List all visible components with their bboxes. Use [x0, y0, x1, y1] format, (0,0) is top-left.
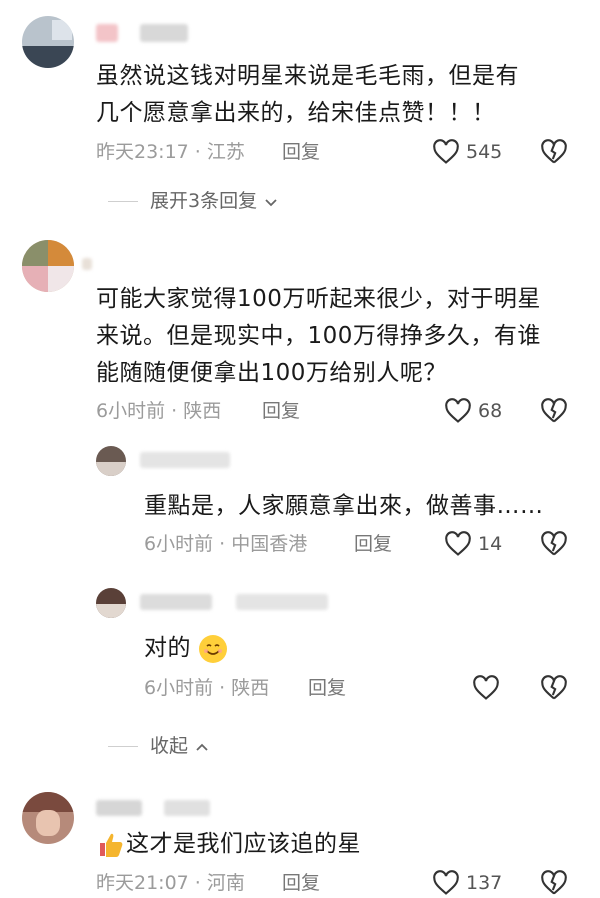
broken-heart-icon[interactable] [540, 138, 568, 166]
username-redacted[interactable] [140, 24, 188, 42]
comment-text-content: 这才是我们应该追的星 [126, 831, 361, 857]
broken-heart-icon[interactable] [540, 869, 568, 897]
broken-heart-icon[interactable] [540, 674, 568, 702]
reply-text-content: 对的 [144, 635, 191, 661]
comment-text: 来说。但是现实中，100万得挣多久，有谁 [96, 323, 541, 349]
divider-line [108, 201, 138, 202]
broken-heart-icon[interactable] [540, 397, 568, 425]
reply-button[interactable]: 回复 [308, 673, 346, 703]
reply-text: 对的 [144, 630, 227, 667]
avatar[interactable] [22, 240, 74, 292]
expand-label: 展开3条回复 [150, 190, 258, 212]
avatar[interactable] [96, 588, 126, 618]
chevron-down-icon [265, 198, 277, 206]
reply-button[interactable]: 回复 [282, 137, 320, 167]
avatar[interactable] [22, 792, 74, 844]
like-count: 68 [478, 400, 503, 422]
comment-text: 可能大家觉得100万听起来很少，对于明星 [96, 286, 541, 312]
comment-text: 虽然说这钱对明星来说是毛毛雨，但是有 [96, 63, 519, 89]
collapse-label: 收起 [150, 735, 189, 757]
avatar[interactable] [96, 446, 126, 476]
comment-text: 能随随便便拿出100万给别人呢？ [96, 360, 447, 386]
thumbs-up-emoji-icon [100, 833, 123, 857]
expand-replies-button[interactable]: 展开3条回复 [108, 186, 279, 216]
broken-heart-icon[interactable] [540, 530, 568, 558]
heart-outline-icon[interactable] [432, 139, 460, 165]
reply-text: 重點是，人家願意拿出來，做善事…… [144, 493, 544, 519]
heart-outline-icon[interactable] [444, 398, 472, 424]
collapse-replies-button[interactable]: 收起 [108, 731, 210, 761]
heart-outline-icon[interactable] [444, 531, 472, 557]
username-redacted[interactable] [96, 800, 142, 816]
username-redacted[interactable] [82, 258, 92, 270]
divider-line [108, 746, 138, 747]
comment-meta: 6小时前 · 陕西 [96, 400, 222, 422]
username-redacted[interactable] [164, 800, 210, 816]
smile-emoji-icon [198, 634, 227, 663]
username-redacted[interactable] [140, 452, 230, 468]
like-count: 545 [466, 141, 503, 163]
username-redacted[interactable] [96, 24, 118, 42]
username-redacted[interactable] [236, 594, 328, 610]
comment-text: 这才是我们应该追的星 [96, 826, 361, 863]
reply-meta: 6小时前 · 中国香港 [144, 533, 308, 555]
chevron-up-icon [196, 743, 208, 751]
heart-outline-icon[interactable] [472, 675, 500, 701]
reply-meta: 6小时前 · 陕西 [144, 677, 270, 699]
reply-button[interactable]: 回复 [262, 396, 300, 426]
heart-outline-icon[interactable] [432, 870, 460, 896]
username-redacted[interactable] [140, 594, 212, 610]
comment-text: 几个愿意拿出来的，给宋佳点赞！！！ [96, 100, 496, 126]
comment-meta: 昨天23:17 · 江苏 [96, 141, 245, 163]
like-count: 14 [478, 533, 503, 555]
avatar[interactable] [22, 16, 74, 68]
reply-button[interactable]: 回复 [354, 529, 392, 559]
